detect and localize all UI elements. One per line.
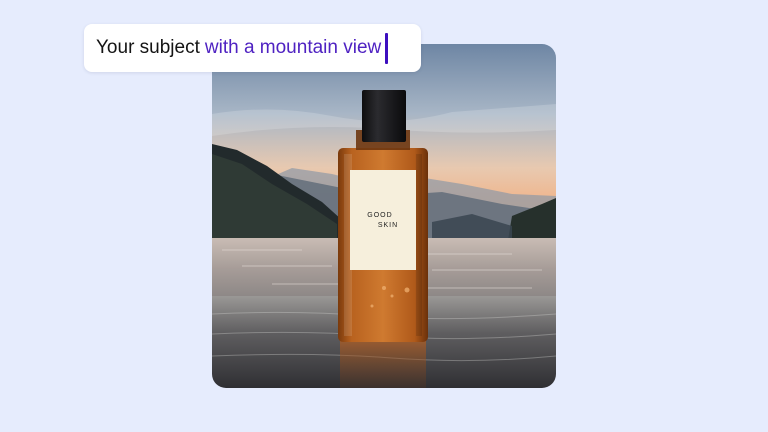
generated-image: GOOD SKIN [212, 44, 556, 388]
product-label-line2: SKIN [378, 222, 398, 229]
prompt-subject-text: Your subject [96, 37, 200, 58]
text-cursor [385, 32, 389, 64]
product-label-line1: GOOD [367, 212, 392, 219]
product-scene: GOOD SKIN [212, 44, 556, 388]
prompt-highlight-text: with a mountain view [204, 37, 382, 58]
prompt-input[interactable]: Your subject with a mountain view [84, 24, 421, 72]
